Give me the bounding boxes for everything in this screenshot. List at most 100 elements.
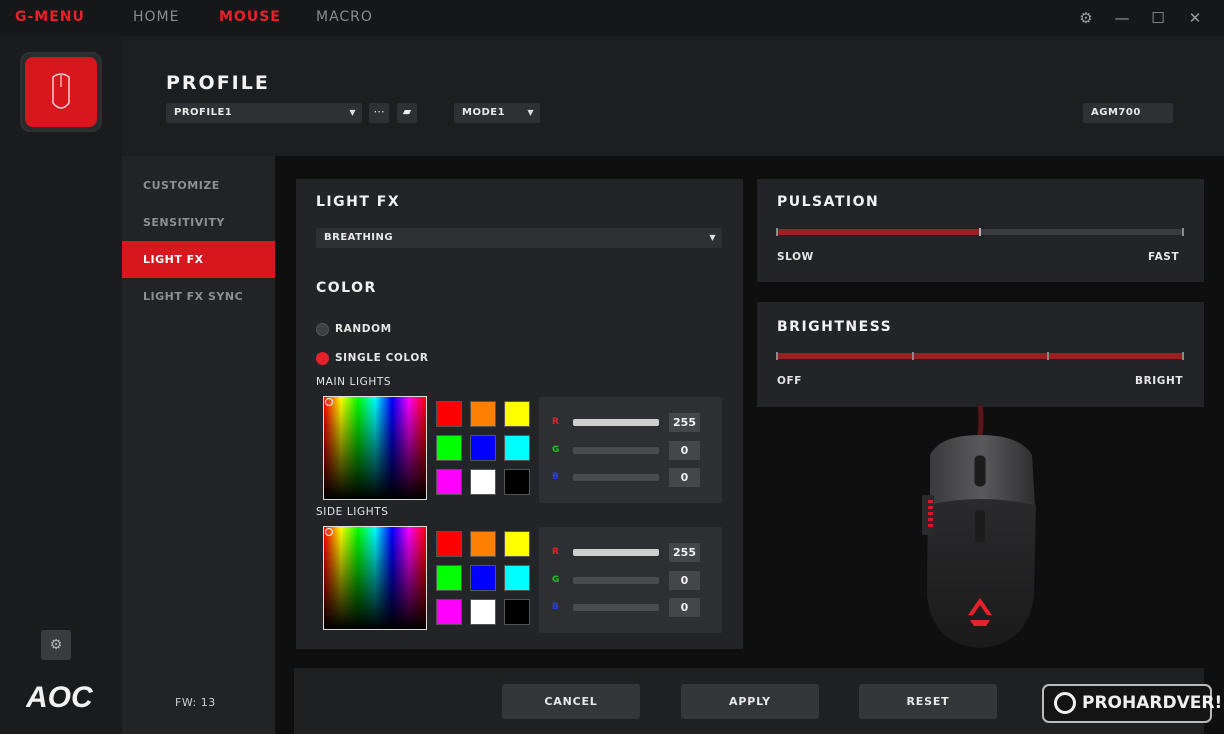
picker-handle[interactable]	[325, 398, 333, 406]
device-tile-active[interactable]	[25, 57, 97, 127]
side-color-swatch[interactable]	[504, 599, 530, 625]
side-color-swatch[interactable]	[504, 565, 530, 591]
settings-gear-icon[interactable]: ⚙	[1076, 8, 1096, 28]
side-b-value[interactable]: 0	[669, 598, 700, 617]
tab-home[interactable]: HOME	[133, 9, 179, 25]
side-g-slider[interactable]	[573, 577, 659, 584]
main-color-swatch[interactable]	[504, 401, 530, 427]
mouse-preview-image	[900, 404, 1060, 654]
global-settings-gear-icon[interactable]: ⚙	[41, 630, 71, 660]
tab-macro[interactable]: MACRO	[316, 9, 373, 25]
minimize-icon[interactable]: —	[1112, 8, 1132, 28]
brightness-tick-1	[912, 352, 914, 360]
sidebar-item-customize[interactable]: CUSTOMIZE	[122, 167, 275, 204]
main-r-slider-fill	[573, 419, 659, 426]
sidebar-item-light-fx-sync[interactable]: LIGHT FX SYNC	[122, 278, 275, 315]
main-color-swatch[interactable]	[470, 435, 496, 461]
main-g-value[interactable]: 0	[669, 441, 700, 460]
sidebar-item-sensitivity[interactable]: SENSITIVITY	[122, 204, 275, 241]
aoc-logo: AOC	[25, 681, 100, 717]
side-color-swatch[interactable]	[436, 599, 462, 625]
pulsation-max-label: FAST	[1148, 251, 1180, 263]
random-radio[interactable]	[316, 323, 329, 336]
page-title: PROFILE	[166, 72, 270, 94]
chevron-down-icon: ▼	[527, 108, 534, 117]
brightness-slider-fill	[777, 353, 1183, 359]
side-g-value[interactable]: 0	[669, 571, 700, 590]
maximize-icon[interactable]: ☐	[1148, 8, 1168, 28]
side-color-swatch[interactable]	[470, 599, 496, 625]
brightness-title: BRIGHTNESS	[777, 319, 893, 335]
main-b-value[interactable]: 0	[669, 468, 700, 487]
main-r-slider[interactable]	[573, 419, 659, 426]
main-lights-label: MAIN LIGHTS	[316, 376, 392, 388]
profile-header	[122, 36, 1224, 156]
pulsation-min-label: SLOW	[777, 251, 814, 263]
main-r-label: R	[552, 417, 559, 427]
brightness-tick-0	[776, 352, 778, 360]
side-g-label: G	[552, 575, 560, 585]
main-color-swatch[interactable]	[470, 401, 496, 427]
chevron-down-icon: ▼	[349, 108, 356, 117]
side-r-slider[interactable]	[573, 549, 659, 556]
picker-handle[interactable]	[325, 528, 333, 536]
single-color-label: SINGLE COLOR	[335, 352, 429, 364]
more-options-icon[interactable]: ⋯	[369, 103, 389, 123]
side-r-value[interactable]: 255	[669, 543, 700, 562]
profile-manage-icon[interactable]: ▰	[397, 103, 417, 123]
effect-dropdown[interactable]: BREATHING ▼	[316, 228, 722, 248]
brightness-slider[interactable]	[777, 353, 1183, 359]
brightness-max-label: BRIGHT	[1135, 375, 1184, 387]
main-r-value[interactable]: 255	[669, 413, 700, 432]
side-color-picker[interactable]	[323, 526, 427, 630]
main-color-picker[interactable]	[323, 396, 427, 500]
profile-dropdown[interactable]: PROFILE1 ▼	[166, 103, 362, 123]
main-b-label: B	[552, 472, 559, 482]
effect-dropdown-value: BREATHING	[324, 232, 394, 243]
watermark-logo-icon	[1054, 692, 1076, 714]
main-color-swatch[interactable]	[504, 469, 530, 495]
pulsation-tick-end	[1182, 228, 1184, 236]
watermark-text: PROHARDVER!	[1082, 693, 1223, 713]
main-color-swatch[interactable]	[470, 469, 496, 495]
main-color-swatch[interactable]	[436, 469, 462, 495]
pulsation-slider-handle[interactable]	[979, 228, 981, 236]
main-color-swatch[interactable]	[436, 401, 462, 427]
app-brand: G-MENU	[15, 9, 85, 25]
main-color-swatch[interactable]	[436, 435, 462, 461]
apply-button[interactable]: APPLY	[681, 684, 819, 719]
main-color-swatch[interactable]	[504, 435, 530, 461]
pulsation-title: PULSATION	[777, 194, 880, 210]
reset-button[interactable]: RESET	[859, 684, 997, 719]
firmware-version: FW: 13	[175, 696, 216, 709]
profile-dropdown-value: PROFILE1	[174, 107, 233, 118]
brightness-tick-3	[1182, 352, 1184, 360]
cancel-button[interactable]: CANCEL	[502, 684, 640, 719]
device-model-label: AGM700	[1091, 107, 1141, 118]
pulsation-tick-start	[776, 228, 778, 236]
main-g-slider[interactable]	[573, 447, 659, 454]
side-color-swatch[interactable]	[504, 531, 530, 557]
watermark: PROHARDVER!	[1042, 684, 1222, 723]
mode-dropdown-value: MODE1	[462, 107, 506, 118]
mouse-icon	[52, 73, 70, 109]
brightness-tick-2	[1047, 352, 1049, 360]
side-color-swatch[interactable]	[436, 531, 462, 557]
side-lights-label: SIDE LIGHTS	[316, 506, 389, 518]
color-title: COLOR	[316, 280, 377, 296]
side-b-slider[interactable]	[573, 604, 659, 611]
tab-mouse[interactable]: MOUSE	[219, 9, 281, 25]
close-icon[interactable]: ✕	[1185, 8, 1205, 28]
mode-dropdown[interactable]: MODE1 ▼	[454, 103, 540, 123]
main-b-slider[interactable]	[573, 474, 659, 481]
random-label: RANDOM	[335, 323, 392, 335]
single-color-radio[interactable]	[316, 352, 329, 365]
side-color-swatch[interactable]	[436, 565, 462, 591]
sidebar-item-light-fx[interactable]: LIGHT FX	[122, 241, 275, 278]
side-color-swatch[interactable]	[470, 565, 496, 591]
title-bar	[0, 0, 1224, 36]
light-fx-title: LIGHT FX	[316, 194, 401, 210]
side-color-swatch[interactable]	[470, 531, 496, 557]
device-model-badge: AGM700	[1083, 103, 1173, 123]
brightness-min-label: OFF	[777, 375, 803, 387]
